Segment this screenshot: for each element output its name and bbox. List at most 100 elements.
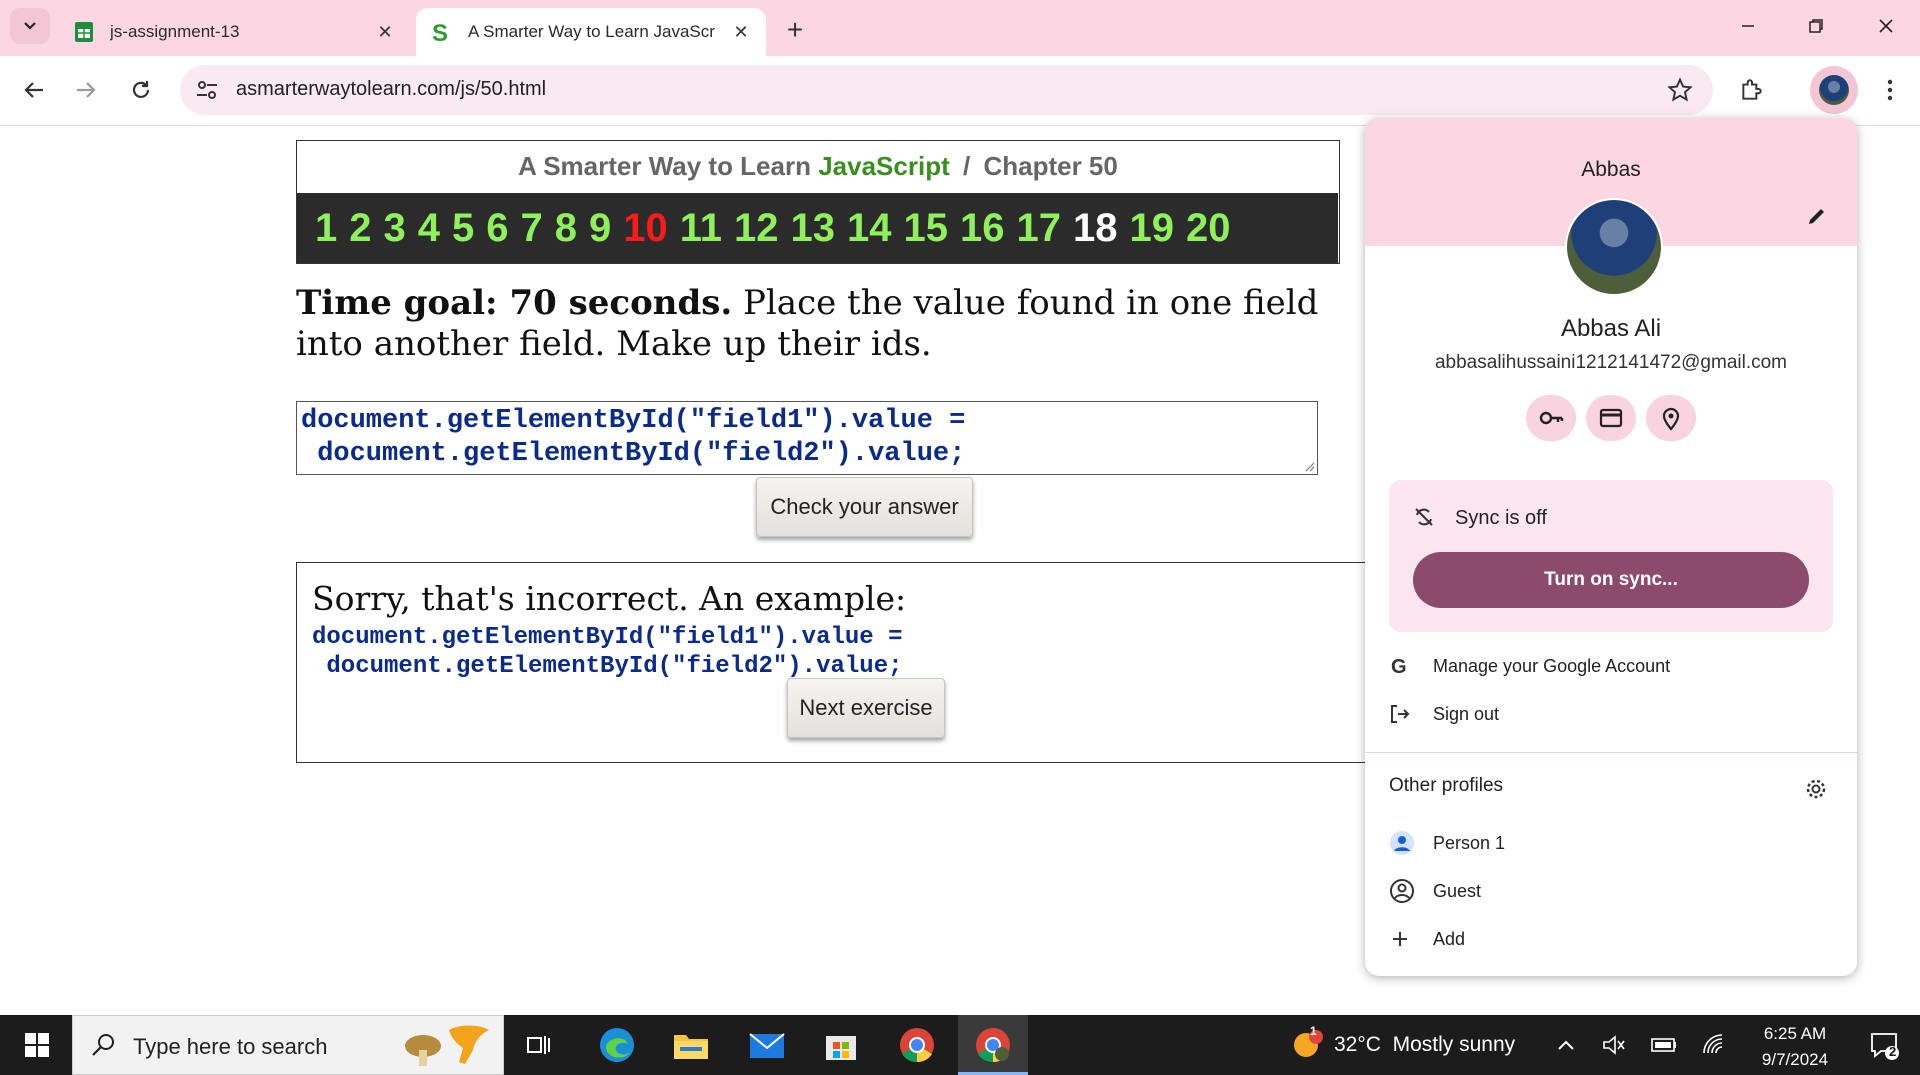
exercise-link-14[interactable]: 14 bbox=[847, 206, 892, 251]
restore-button[interactable] bbox=[1782, 8, 1850, 44]
exercise-link-2[interactable]: 2 bbox=[349, 206, 371, 251]
volume-button[interactable] bbox=[1588, 1021, 1640, 1069]
title-chapter: Chapter 50 bbox=[983, 151, 1118, 181]
bookmark-star-icon[interactable] bbox=[1667, 77, 1693, 103]
file-explorer-button[interactable] bbox=[658, 1021, 724, 1069]
passwords-button[interactable] bbox=[1526, 395, 1576, 441]
sign-out-item[interactable]: Sign out bbox=[1389, 694, 1833, 734]
exercise-link-16[interactable]: 16 bbox=[960, 206, 1005, 251]
wifi-icon bbox=[1703, 1034, 1723, 1054]
weather-widget[interactable]: 1 32°C Mostly sunny bbox=[1286, 1015, 1526, 1075]
exercise-link-7[interactable]: 7 bbox=[521, 206, 543, 251]
extensions-button[interactable] bbox=[1730, 68, 1774, 112]
add-profile-item[interactable]: Add bbox=[1389, 919, 1833, 959]
sign-out-label: Sign out bbox=[1433, 703, 1500, 724]
forward-button[interactable] bbox=[64, 68, 108, 112]
menu-divider bbox=[1365, 752, 1857, 753]
exercise-link-8[interactable]: 8 bbox=[555, 206, 577, 251]
payment-methods-button[interactable] bbox=[1586, 395, 1636, 441]
key-icon bbox=[1539, 411, 1564, 425]
forward-arrow-icon bbox=[77, 82, 96, 98]
store-button[interactable] bbox=[808, 1021, 874, 1069]
chrome-icon bbox=[900, 1028, 934, 1063]
answer-line: document.getElementById("field1").value … bbox=[301, 406, 966, 436]
tab-search-button[interactable] bbox=[10, 8, 50, 44]
chevron-up-icon bbox=[1558, 1040, 1574, 1050]
exercise-link-11[interactable]: 11 bbox=[680, 206, 722, 251]
volume-muted-icon bbox=[1603, 1035, 1625, 1055]
network-button[interactable] bbox=[1688, 1021, 1740, 1069]
person-avatar-icon bbox=[1389, 830, 1421, 856]
menu-button[interactable] bbox=[1868, 68, 1912, 112]
address-bar[interactable]: asmarterwaytolearn.com/js/50.html bbox=[180, 65, 1713, 115]
addresses-button[interactable] bbox=[1646, 395, 1696, 441]
notification-center-button[interactable]: 2 bbox=[1852, 1021, 1916, 1069]
exercise-link-17[interactable]: 17 bbox=[1017, 206, 1062, 251]
reload-button[interactable] bbox=[119, 68, 163, 112]
minimize-button[interactable] bbox=[1714, 8, 1782, 44]
edit-pencil-icon[interactable] bbox=[1805, 204, 1829, 228]
plus-icon bbox=[1389, 928, 1421, 950]
smarter-way-icon: S bbox=[432, 20, 448, 44]
site-info-icon[interactable] bbox=[194, 77, 220, 103]
reload-icon bbox=[132, 81, 150, 98]
title-javascript: JavaScript bbox=[818, 151, 950, 181]
windows-logo-icon bbox=[25, 1033, 49, 1057]
exercise-link-13[interactable]: 13 bbox=[791, 206, 836, 251]
profile-full-name: Abbas Ali bbox=[1560, 315, 1662, 342]
next-exercise-button[interactable]: Next exercise bbox=[787, 678, 945, 738]
tab-smarter-way[interactable]: S A Smarter Way to Learn JavaScr ✕ bbox=[416, 8, 766, 56]
profile-item-guest[interactable]: Guest bbox=[1389, 871, 1833, 911]
edge-button[interactable] bbox=[584, 1021, 650, 1069]
chrome-button[interactable] bbox=[884, 1021, 950, 1069]
close-tab-icon[interactable]: ✕ bbox=[374, 21, 396, 43]
profile-button[interactable] bbox=[1810, 66, 1858, 114]
close-tab-icon[interactable]: ✕ bbox=[730, 21, 752, 43]
battery-button[interactable] bbox=[1638, 1021, 1690, 1069]
svg-text:G: G bbox=[1391, 656, 1407, 677]
time-goal: Time goal: 70 seconds. bbox=[296, 283, 733, 323]
answer-textarea[interactable]: document.getElementById("field1").value … bbox=[296, 401, 1318, 475]
manage-account-item[interactable]: G Manage your Google Account bbox=[1389, 646, 1833, 686]
weather-text: 32°C Mostly sunny bbox=[1334, 1033, 1516, 1056]
exercise-link-20[interactable]: 20 bbox=[1186, 206, 1231, 251]
exercise-link-15[interactable]: 15 bbox=[904, 206, 949, 251]
task-view-button[interactable] bbox=[506, 1021, 572, 1069]
exercise-link-3[interactable]: 3 bbox=[384, 206, 406, 251]
check-answer-button[interactable]: Check your answer bbox=[756, 477, 973, 537]
taskbar-search-box[interactable]: Type here to search bbox=[72, 1015, 504, 1075]
more-vert-icon bbox=[1887, 79, 1893, 101]
title-separator: / bbox=[962, 151, 971, 181]
resize-handle-icon[interactable] bbox=[1303, 460, 1315, 472]
answer-line: document.getElementById("field2").value; bbox=[301, 439, 966, 469]
store-icon bbox=[826, 1036, 856, 1060]
turn-on-sync-button[interactable]: Turn on sync... bbox=[1413, 552, 1809, 608]
close-window-button[interactable] bbox=[1852, 8, 1920, 44]
show-hidden-icons-button[interactable] bbox=[1540, 1021, 1592, 1069]
profile-item-person-1[interactable]: Person 1 bbox=[1389, 823, 1833, 863]
notification-count: 2 bbox=[1889, 1044, 1897, 1059]
example-code: document.getElementById("field1").value … bbox=[312, 623, 903, 681]
new-tab-button[interactable]: + bbox=[774, 12, 816, 48]
back-button[interactable] bbox=[12, 68, 56, 112]
exercise-link-1[interactable]: 1 bbox=[315, 206, 337, 251]
exercise-link-9[interactable]: 9 bbox=[589, 206, 611, 251]
battery-icon bbox=[1651, 1038, 1676, 1052]
exercise-link-4[interactable]: 4 bbox=[418, 206, 440, 251]
start-button[interactable] bbox=[4, 1021, 70, 1069]
profile-avatar bbox=[1565, 198, 1663, 296]
gear-icon[interactable] bbox=[1805, 778, 1827, 800]
exercise-link-6[interactable]: 6 bbox=[486, 206, 508, 251]
tab-js-assignment[interactable]: js-assignment-13 ✕ bbox=[58, 8, 410, 56]
exercise-link-12[interactable]: 12 bbox=[734, 206, 779, 251]
profile-name: Abbas bbox=[1581, 158, 1641, 181]
browser-toolbar: asmarterwaytolearn.com/js/50.html bbox=[0, 56, 1920, 126]
url-text[interactable]: asmarterwaytolearn.com/js/50.html bbox=[236, 78, 546, 101]
exercise-link-10[interactable]: 10 bbox=[623, 206, 668, 251]
exercise-link-5[interactable]: 5 bbox=[452, 206, 474, 251]
exercise-link-19[interactable]: 19 bbox=[1130, 206, 1175, 251]
mail-button[interactable] bbox=[734, 1021, 800, 1069]
sun-weather-icon bbox=[1294, 1030, 1323, 1057]
chrome-profile-window-button[interactable] bbox=[958, 1015, 1028, 1075]
taskbar-clock[interactable]: 6:25 AM 9/7/2024 bbox=[1740, 1021, 1850, 1073]
